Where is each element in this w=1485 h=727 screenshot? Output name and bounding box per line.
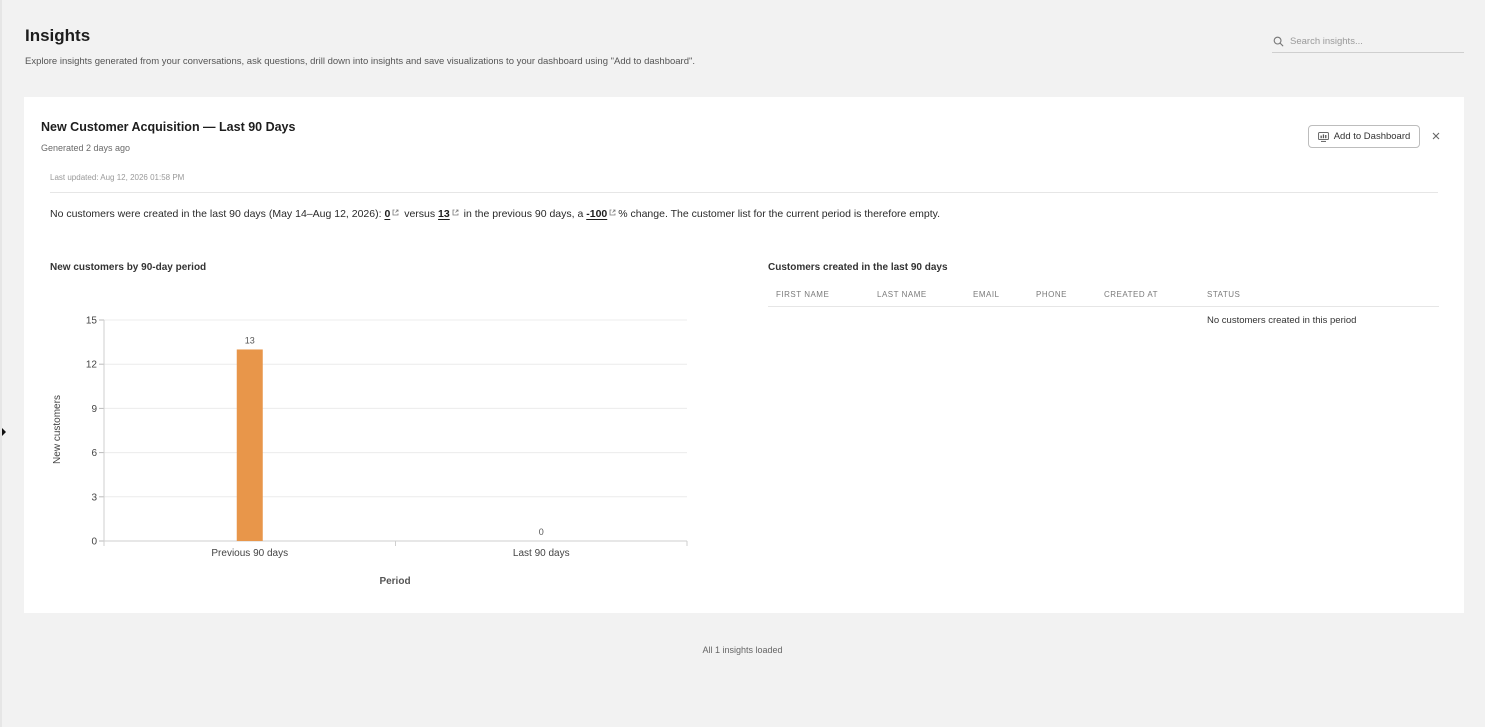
column-header[interactable]: FIRST NAME [776, 290, 829, 299]
x-axis-label: Period [379, 576, 410, 587]
column-header[interactable]: EMAIL [973, 290, 1000, 299]
y-tick-label: 9 [91, 404, 97, 415]
add-to-dashboard-button[interactable]: Add to Dashboard [1308, 125, 1420, 148]
data-label: 13 [245, 335, 255, 345]
search-icon [1273, 36, 1284, 46]
sidebar-toggle[interactable] [0, 424, 10, 440]
bar [236, 349, 263, 541]
x-tick-label: Previous 90 days [211, 548, 288, 559]
y-tick-label: 15 [86, 316, 98, 327]
column-header[interactable]: STATUS [1207, 290, 1240, 299]
insight-card: New Customer Acquisition — Last 90 Days … [24, 97, 1464, 613]
column-header[interactable]: LAST NAME [877, 290, 927, 299]
column-header[interactable]: CREATED AT [1104, 290, 1158, 299]
page-description: Explore insights generated from your con… [25, 56, 696, 67]
add-to-dashboard-label: Add to Dashboard [1333, 131, 1411, 142]
y-axis-label: New customers [52, 395, 63, 464]
x-tick-label: Last 90 days [513, 548, 570, 559]
data-label: 0 [539, 527, 544, 537]
table-title: Customers created in the last 90 days [768, 262, 948, 273]
close-insight-button[interactable] [1429, 129, 1443, 143]
table-header: FIRST NAME LAST NAME EMAIL PHONE CREATED… [768, 283, 1439, 307]
search-bar[interactable] [1272, 30, 1464, 53]
caret-right-icon [2, 428, 6, 436]
dashboard-icon [1317, 131, 1329, 142]
y-tick-label: 6 [91, 448, 97, 459]
search-input[interactable] [1290, 35, 1460, 47]
column-header[interactable]: PHONE [1036, 290, 1067, 299]
y-tick-label: 3 [91, 492, 97, 503]
y-tick-label: 0 [91, 537, 97, 548]
left-edge [0, 0, 2, 727]
load-status: All 1 insights loaded [702, 645, 783, 655]
page-title: Insights [25, 26, 91, 45]
y-tick-label: 12 [86, 360, 98, 371]
empty-table-message: No customers created in this period [1207, 315, 1357, 326]
bar-chart: 0 3 6 9 12 15 13 Previous 90 days 0 Last 90 days P… [52, 316, 688, 587]
close-icon [1432, 132, 1440, 140]
customers-table: FIRST NAME LAST NAME EMAIL PHONE CREATED… [768, 283, 1439, 326]
